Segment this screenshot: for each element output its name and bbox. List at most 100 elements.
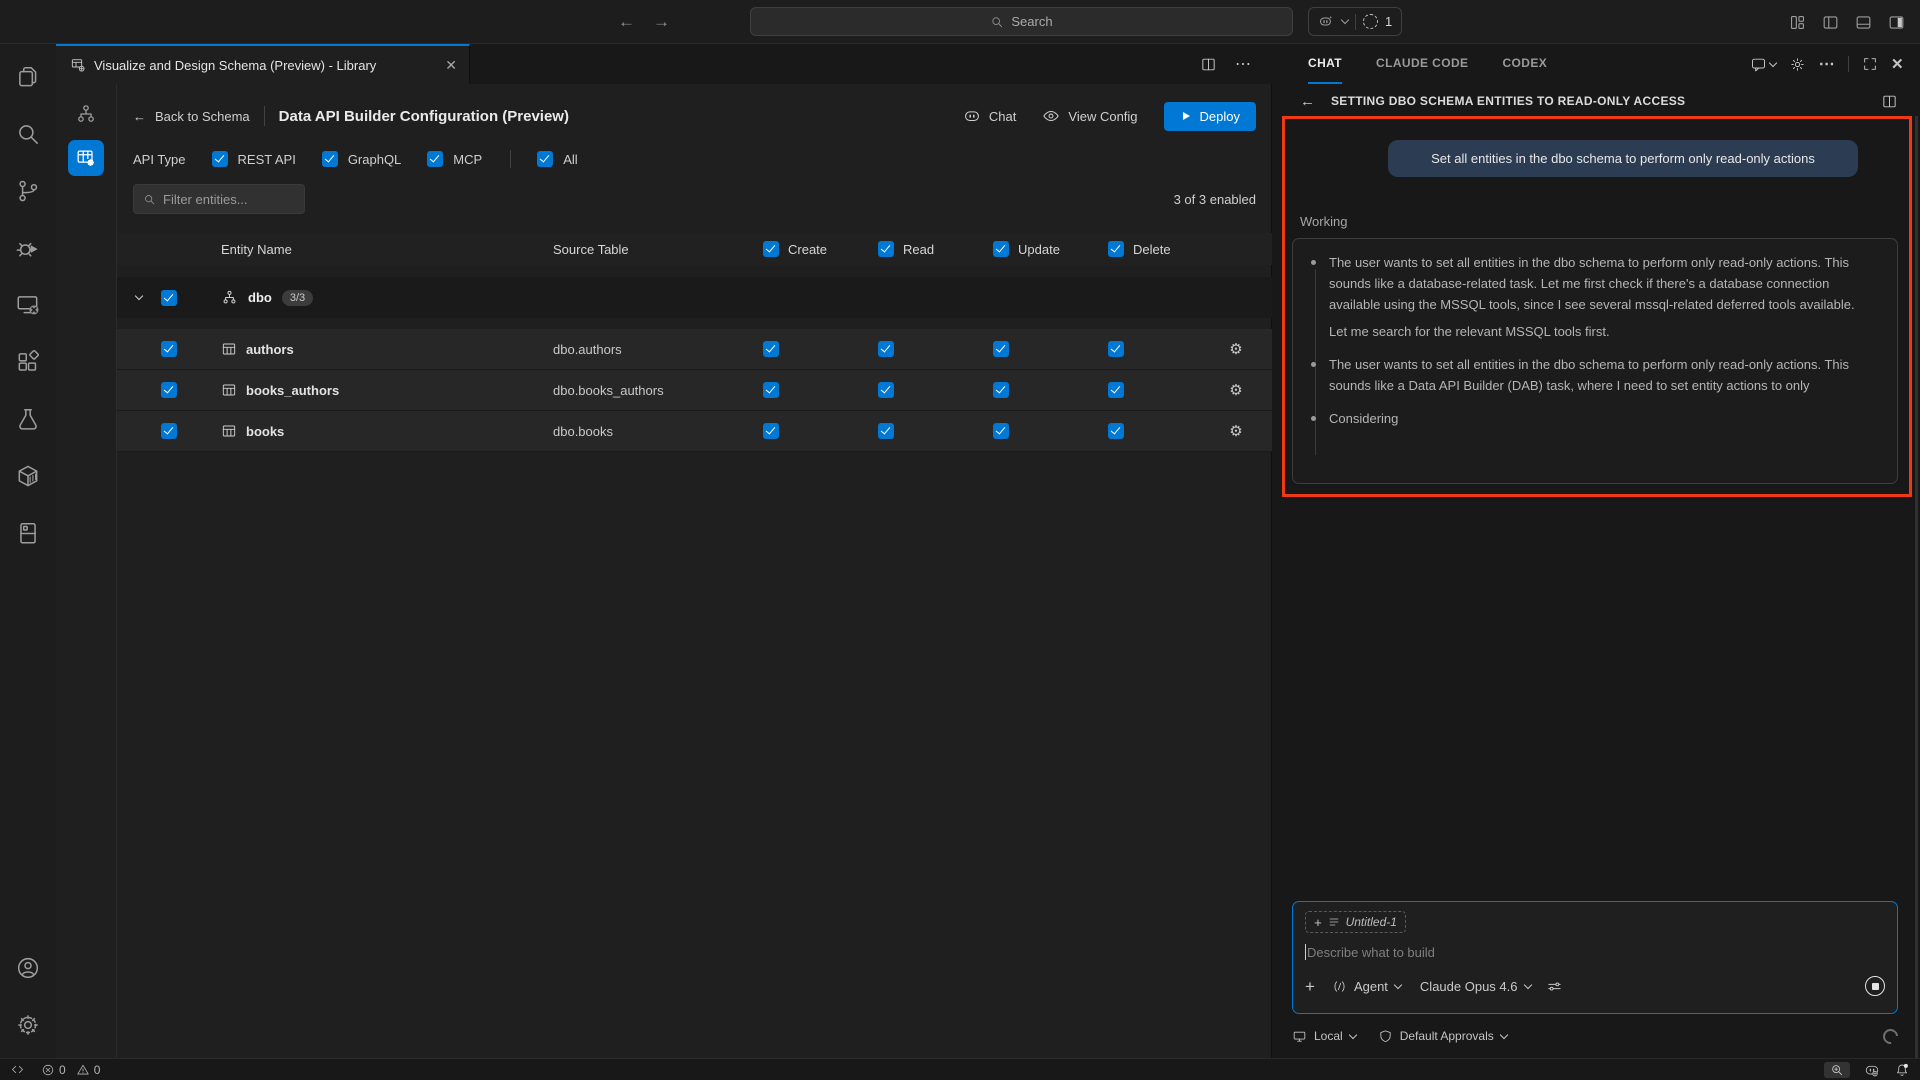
dab-config-view-icon[interactable] — [68, 140, 104, 176]
checkbox-row[interactable] — [161, 341, 177, 357]
checkbox-delete[interactable] — [1108, 341, 1124, 357]
checkbox-update[interactable] — [993, 341, 1009, 357]
search-view-icon[interactable] — [4, 110, 52, 158]
command-center-search[interactable]: Search — [750, 7, 1293, 36]
tab-codex[interactable]: CODEX — [1502, 44, 1547, 84]
zoom-in-icon — [1830, 1063, 1844, 1077]
toggle-secondary-sidebar-icon[interactable] — [1887, 13, 1906, 32]
tab-title: Visualize and Design Schema (Preview) - … — [94, 58, 376, 73]
toggle-panel-icon[interactable] — [1854, 13, 1873, 32]
context-chip-untitled[interactable]: + Untitled-1 — [1305, 911, 1406, 933]
remote-explorer-icon[interactable] — [4, 281, 52, 329]
zoom-indicator[interactable] — [1824, 1062, 1850, 1078]
schema-group-row[interactable]: dbo 3/3 — [117, 277, 1272, 318]
mode-picker[interactable]: Agent — [1332, 979, 1401, 994]
row-settings-icon[interactable]: ⚙ — [1229, 342, 1242, 357]
tab-close-icon[interactable]: ✕ — [445, 57, 457, 74]
tools-config-icon[interactable] — [1546, 978, 1563, 995]
accounts-icon[interactable] — [4, 944, 52, 992]
split-editor-icon[interactable] — [1200, 56, 1217, 73]
settings-gear-icon[interactable] — [4, 1001, 52, 1049]
remote-indicator-icon[interactable] — [10, 1062, 25, 1077]
checkbox-group-dbo[interactable] — [161, 290, 177, 306]
approvals-picker[interactable]: Default Approvals — [1378, 1029, 1507, 1044]
scrollbar[interactable] — [1915, 116, 1918, 1078]
checkbox-read[interactable] — [878, 341, 894, 357]
copilot-status-icon[interactable] — [1864, 1062, 1880, 1078]
filter-entities-input[interactable] — [163, 192, 293, 207]
checkbox-delete[interactable] — [1108, 382, 1124, 398]
database-project-icon[interactable] — [4, 509, 52, 557]
checkbox-rest-api[interactable] — [212, 151, 228, 167]
checkbox-update[interactable] — [993, 423, 1009, 439]
row-settings-icon[interactable]: ⚙ — [1229, 424, 1242, 439]
chat-input-box[interactable]: + Untitled-1 + Agent Claude Opus 4.6 — [1292, 901, 1898, 1014]
run-debug-icon[interactable] — [4, 224, 52, 272]
view-config-button[interactable]: View Config — [1042, 107, 1137, 125]
gear-icon[interactable] — [1789, 56, 1806, 73]
back-to-schema-button[interactable]: ← Back to Schema — [133, 109, 250, 124]
customize-layout-icon[interactable] — [1788, 13, 1807, 32]
comment-discussion-icon[interactable] — [1750, 56, 1767, 73]
tab-claude-code[interactable]: CLAUDE CODE — [1376, 44, 1468, 84]
row-settings-icon[interactable]: ⚙ — [1229, 383, 1242, 398]
api-option-graphql[interactable]: GraphQL — [322, 151, 401, 167]
source-control-icon[interactable] — [4, 167, 52, 215]
model-picker[interactable]: Claude Opus 4.6 — [1420, 979, 1531, 994]
back-icon[interactable]: ← — [1300, 93, 1315, 110]
environment-picker[interactable]: Local — [1292, 1029, 1356, 1044]
deploy-button[interactable]: Deploy — [1164, 102, 1256, 131]
history-back-icon[interactable]: ← — [618, 12, 635, 32]
stop-button[interactable] — [1865, 976, 1885, 996]
checkbox-create[interactable] — [763, 341, 779, 357]
problems-indicator[interactable]: 0 0 — [41, 1063, 100, 1077]
checkbox-read[interactable] — [878, 382, 894, 398]
extensions-icon[interactable] — [4, 338, 52, 386]
checkbox-delete[interactable] — [1108, 423, 1124, 439]
checkbox-create[interactable] — [763, 423, 779, 439]
tab-visualize-design-schema[interactable]: Visualize and Design Schema (Preview) - … — [56, 44, 470, 84]
checkbox-create-all[interactable] — [763, 241, 779, 257]
checkbox-create[interactable] — [763, 382, 779, 398]
chevron-down-icon[interactable] — [135, 292, 143, 300]
tab-chat[interactable]: CHAT — [1308, 44, 1342, 84]
expand-icon[interactable] — [1862, 56, 1878, 72]
more-actions-icon[interactable]: ⋯ — [1819, 54, 1835, 74]
copilot-menu[interactable]: 1 — [1308, 7, 1402, 36]
split-chat-icon[interactable] — [1881, 93, 1898, 110]
close-panel-icon[interactable]: ✕ — [1891, 55, 1904, 73]
checkbox-row[interactable] — [161, 382, 177, 398]
filter-entities-field[interactable] — [133, 184, 305, 214]
checkbox-all[interactable] — [537, 151, 553, 167]
toggle-primary-sidebar-icon[interactable] — [1821, 13, 1840, 32]
checkbox-delete-all[interactable] — [1108, 241, 1124, 257]
working-status: Working — [1300, 214, 1347, 229]
api-option-all[interactable]: All — [537, 151, 577, 167]
schema-view-icon[interactable] — [68, 96, 104, 132]
chat-prompt-input[interactable] — [1307, 945, 1847, 960]
chat-button[interactable]: Chat — [963, 107, 1016, 125]
table-row-authors[interactable]: authors dbo.authors ⚙ — [117, 329, 1272, 370]
checkbox-update[interactable] — [993, 382, 1009, 398]
container-cube-icon[interactable] — [4, 452, 52, 500]
divider — [1848, 56, 1849, 72]
checkbox-mcp[interactable] — [427, 151, 443, 167]
checkbox-update-all[interactable] — [993, 241, 1009, 257]
api-option-rest[interactable]: REST API — [212, 151, 296, 167]
notifications-bell-icon[interactable] — [1894, 1062, 1910, 1078]
checkbox-read-all[interactable] — [878, 241, 894, 257]
source-table-value: dbo.books_authors — [525, 383, 755, 398]
explorer-icon[interactable] — [4, 53, 52, 101]
testing-icon[interactable] — [4, 395, 52, 443]
checkbox-read[interactable] — [878, 423, 894, 439]
spinner-icon — [1880, 1025, 1901, 1046]
history-forward-icon[interactable]: → — [653, 12, 670, 32]
bullet-icon — [1311, 260, 1316, 265]
more-actions-icon[interactable]: ⋯ — [1235, 54, 1252, 74]
checkbox-graphql[interactable] — [322, 151, 338, 167]
api-option-mcp[interactable]: MCP — [427, 151, 482, 167]
attach-icon[interactable]: + — [1305, 978, 1315, 995]
checkbox-row[interactable] — [161, 423, 177, 439]
table-row-books-authors[interactable]: books_authors dbo.books_authors ⚙ — [117, 370, 1272, 411]
table-row-books[interactable]: books dbo.books ⚙ — [117, 411, 1272, 452]
